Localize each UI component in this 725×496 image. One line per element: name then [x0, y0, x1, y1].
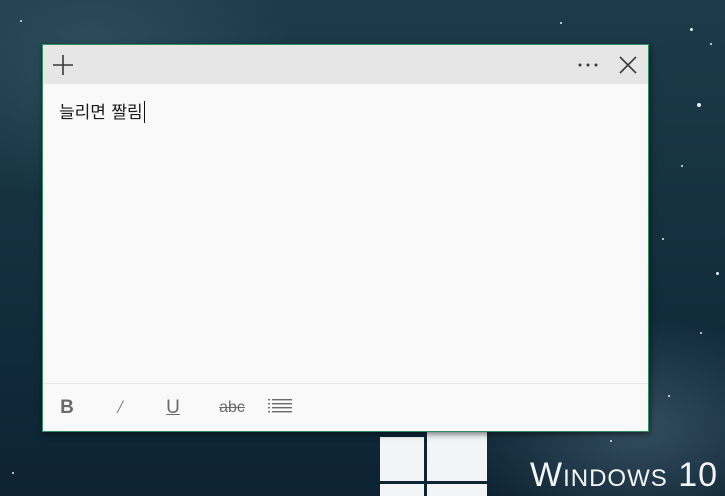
- windows-logo-tile: [427, 431, 487, 481]
- star: [700, 332, 702, 334]
- windows-logo-tile: [380, 484, 424, 496]
- close-icon: [619, 55, 637, 74]
- sticky-note-window: 늘리면 짤림 B / U abc: [42, 44, 649, 432]
- bullets-button[interactable]: [260, 390, 300, 426]
- underline-button[interactable]: U: [153, 390, 193, 426]
- note-titlebar[interactable]: [43, 45, 648, 84]
- windows-logo: [380, 431, 488, 496]
- more-options-button[interactable]: [568, 45, 608, 84]
- star: [610, 440, 612, 442]
- add-note-button[interactable]: [43, 45, 83, 84]
- star: [662, 238, 664, 240]
- formatting-toolbar: B / U abc: [43, 383, 648, 432]
- note-text-area[interactable]: 늘리면 짤림: [59, 101, 629, 391]
- strikethrough-button[interactable]: abc: [207, 390, 257, 426]
- star: [697, 103, 701, 107]
- note-text: 늘리면 짤림: [59, 103, 143, 123]
- star: [20, 20, 22, 22]
- star: [668, 395, 670, 397]
- star: [716, 272, 719, 275]
- star: [681, 165, 683, 167]
- ellipsis-icon: [577, 62, 599, 68]
- star: [560, 22, 562, 24]
- close-note-button[interactable]: [608, 45, 648, 84]
- windows-logo-tile: [427, 484, 487, 496]
- italic-button[interactable]: /: [100, 390, 140, 426]
- windows-brand-text: Windows 10: [530, 456, 719, 494]
- bulleted-list-icon: [268, 398, 292, 418]
- star: [12, 472, 14, 474]
- plus-icon: [52, 54, 74, 76]
- windows-logo-tile: [380, 437, 424, 481]
- bold-button[interactable]: B: [47, 390, 87, 426]
- star: [690, 28, 693, 31]
- star: [710, 43, 712, 45]
- text-caret: [143, 101, 145, 123]
